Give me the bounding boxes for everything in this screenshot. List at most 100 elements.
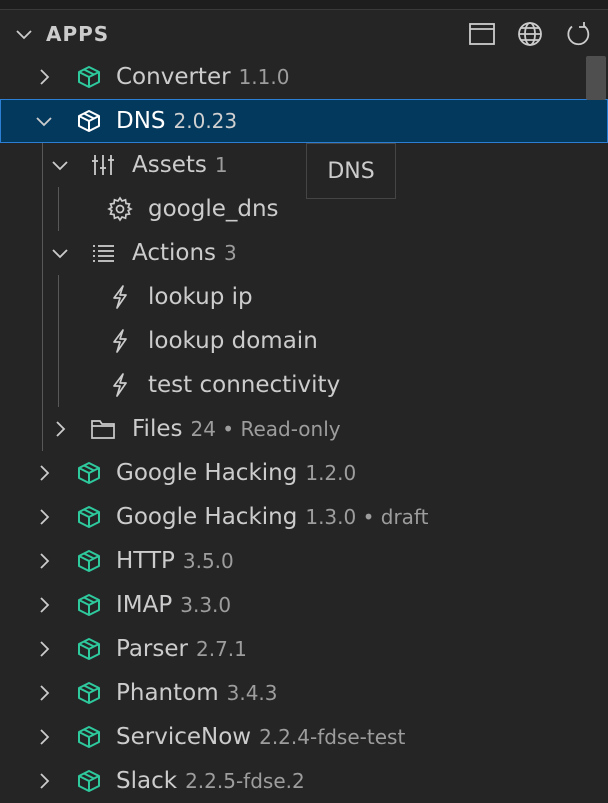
item-name: ServiceNow — [116, 724, 252, 750]
item-name: Parser — [116, 636, 188, 662]
item-description: 2.2.4-fdse-test — [259, 725, 406, 749]
chevron-down-icon[interactable] — [14, 24, 34, 44]
tree-item-folder[interactable]: Actions 3 — [0, 231, 608, 275]
globe-icon[interactable] — [516, 20, 544, 48]
hover-tooltip: DNS — [306, 143, 396, 199]
package-icon — [76, 592, 102, 618]
tree-item-label: Google Hacking 1.3.0 • draft — [116, 504, 428, 530]
chevron-right-icon[interactable] — [34, 507, 54, 527]
tree-item-label: Files 24 • Read-only — [132, 416, 341, 442]
tree-item-folder[interactable]: Assets 1 — [0, 143, 608, 187]
scrollbar-thumb[interactable] — [586, 56, 606, 100]
item-name: Actions — [132, 240, 217, 266]
apps-tree: Converter 1.1.0 DNS 2.0.23 Assets 1 google_dns… — [0, 55, 608, 803]
section-title: APPS — [46, 22, 110, 46]
item-description: 3 — [224, 241, 237, 265]
sliders-icon — [90, 152, 116, 178]
tree-item-label: Google Hacking 1.2.0 — [116, 460, 356, 486]
tree-item-app[interactable]: Phantom 3.4.3 — [0, 671, 608, 715]
chevron-down-icon[interactable] — [50, 155, 70, 175]
tree-item-leaf[interactable]: test connectivity — [0, 363, 608, 407]
item-description: 3.5.0 — [182, 549, 234, 573]
tree-item-label: Converter 1.1.0 — [116, 64, 289, 90]
chevron-down-icon[interactable] — [50, 243, 70, 263]
item-name: Google Hacking — [116, 460, 298, 486]
tree-item-label: Actions 3 — [132, 240, 237, 266]
tooltip-text: DNS — [327, 158, 375, 184]
folder-icon — [90, 416, 116, 442]
tree-item-label: google_dns — [148, 196, 279, 222]
tree-item-label: IMAP 3.3.0 — [116, 592, 231, 618]
refresh-icon[interactable] — [564, 20, 592, 48]
tree-item-app[interactable]: Parser 2.7.1 — [0, 627, 608, 671]
item-name: lookup domain — [148, 328, 318, 354]
chevron-right-icon[interactable] — [34, 463, 54, 483]
item-name: IMAP — [116, 592, 173, 618]
package-icon — [76, 548, 102, 574]
item-name: Assets — [132, 152, 207, 178]
indent-guide — [58, 187, 59, 231]
package-icon — [76, 768, 102, 794]
item-description: 3.3.0 — [180, 593, 232, 617]
item-name: DNS — [116, 108, 166, 134]
item-name: Phantom — [116, 680, 219, 706]
tree-item-label: Phantom 3.4.3 — [116, 680, 278, 706]
tree-item-app[interactable]: Converter 1.1.0 — [0, 55, 608, 99]
tree-item-app[interactable]: Slack 2.2.5-fdse.2 — [0, 759, 608, 803]
item-description: 2.7.1 — [195, 637, 247, 661]
item-name: lookup ip — [148, 284, 253, 310]
indent-guide — [42, 143, 43, 451]
chevron-down-icon[interactable] — [34, 111, 54, 131]
chevron-right-icon[interactable] — [34, 595, 54, 615]
item-name: Files — [132, 416, 183, 442]
item-description: 24 • Read-only — [190, 417, 341, 441]
package-icon — [76, 504, 102, 530]
package-icon — [76, 64, 102, 90]
tree-item-label: Assets 1 — [132, 152, 228, 178]
item-name: HTTP — [116, 548, 175, 574]
tree-item-app[interactable]: IMAP 3.3.0 — [0, 583, 608, 627]
chevron-right-icon[interactable] — [34, 551, 54, 571]
tree-item-leaf[interactable]: lookup domain — [0, 319, 608, 363]
tree-item-label: lookup ip — [148, 284, 253, 310]
tree-item-label: Parser 2.7.1 — [116, 636, 247, 662]
chevron-right-icon[interactable] — [34, 683, 54, 703]
item-description: 1.2.0 — [305, 461, 357, 485]
tree-item-folder[interactable]: Files 24 • Read-only — [0, 407, 608, 451]
chevron-right-icon[interactable] — [50, 419, 70, 439]
tree-item-app[interactable]: ServiceNow 2.2.4-fdse-test — [0, 715, 608, 759]
tree-item-app[interactable]: Google Hacking 1.3.0 • draft — [0, 495, 608, 539]
tree-item-leaf[interactable]: lookup ip — [0, 275, 608, 319]
package-icon — [76, 724, 102, 750]
chevron-right-icon[interactable] — [34, 639, 54, 659]
panel-top-border — [0, 0, 608, 10]
item-name: google_dns — [148, 196, 279, 222]
tree-item-label: HTTP 3.5.0 — [116, 548, 234, 574]
item-name: Slack — [116, 768, 178, 794]
item-description: 1.3.0 • draft — [305, 505, 429, 529]
item-description: 1 — [214, 153, 228, 177]
chevron-right-icon[interactable] — [34, 771, 54, 791]
lightning-icon — [107, 284, 133, 310]
chevron-right-icon[interactable] — [34, 67, 54, 87]
package-icon — [76, 680, 102, 706]
tree-item-app[interactable]: DNS 2.0.23 — [0, 99, 608, 143]
list-icon — [90, 240, 116, 266]
item-description: 1.1.0 — [238, 65, 290, 89]
item-description: 3.4.3 — [226, 681, 278, 705]
chevron-right-icon[interactable] — [34, 727, 54, 747]
lightning-icon — [107, 372, 133, 398]
tree-item-app[interactable]: HTTP 3.5.0 — [0, 539, 608, 583]
indent-guide — [58, 275, 59, 407]
lightning-icon — [107, 328, 133, 354]
tree-item-label: Slack 2.2.5-fdse.2 — [116, 768, 305, 794]
item-name: Google Hacking — [116, 504, 298, 530]
item-description: 2.0.23 — [173, 109, 238, 133]
tree-item-label: DNS 2.0.23 — [116, 108, 237, 134]
item-name: test connectivity — [148, 372, 341, 398]
apps-section-header[interactable]: APPS — [0, 12, 608, 56]
tree-item-label: test connectivity — [148, 372, 340, 398]
tree-item-app[interactable]: Google Hacking 1.2.0 — [0, 451, 608, 495]
collapse-all-icon[interactable] — [468, 20, 496, 48]
tree-item-leaf[interactable]: google_dns — [0, 187, 608, 231]
